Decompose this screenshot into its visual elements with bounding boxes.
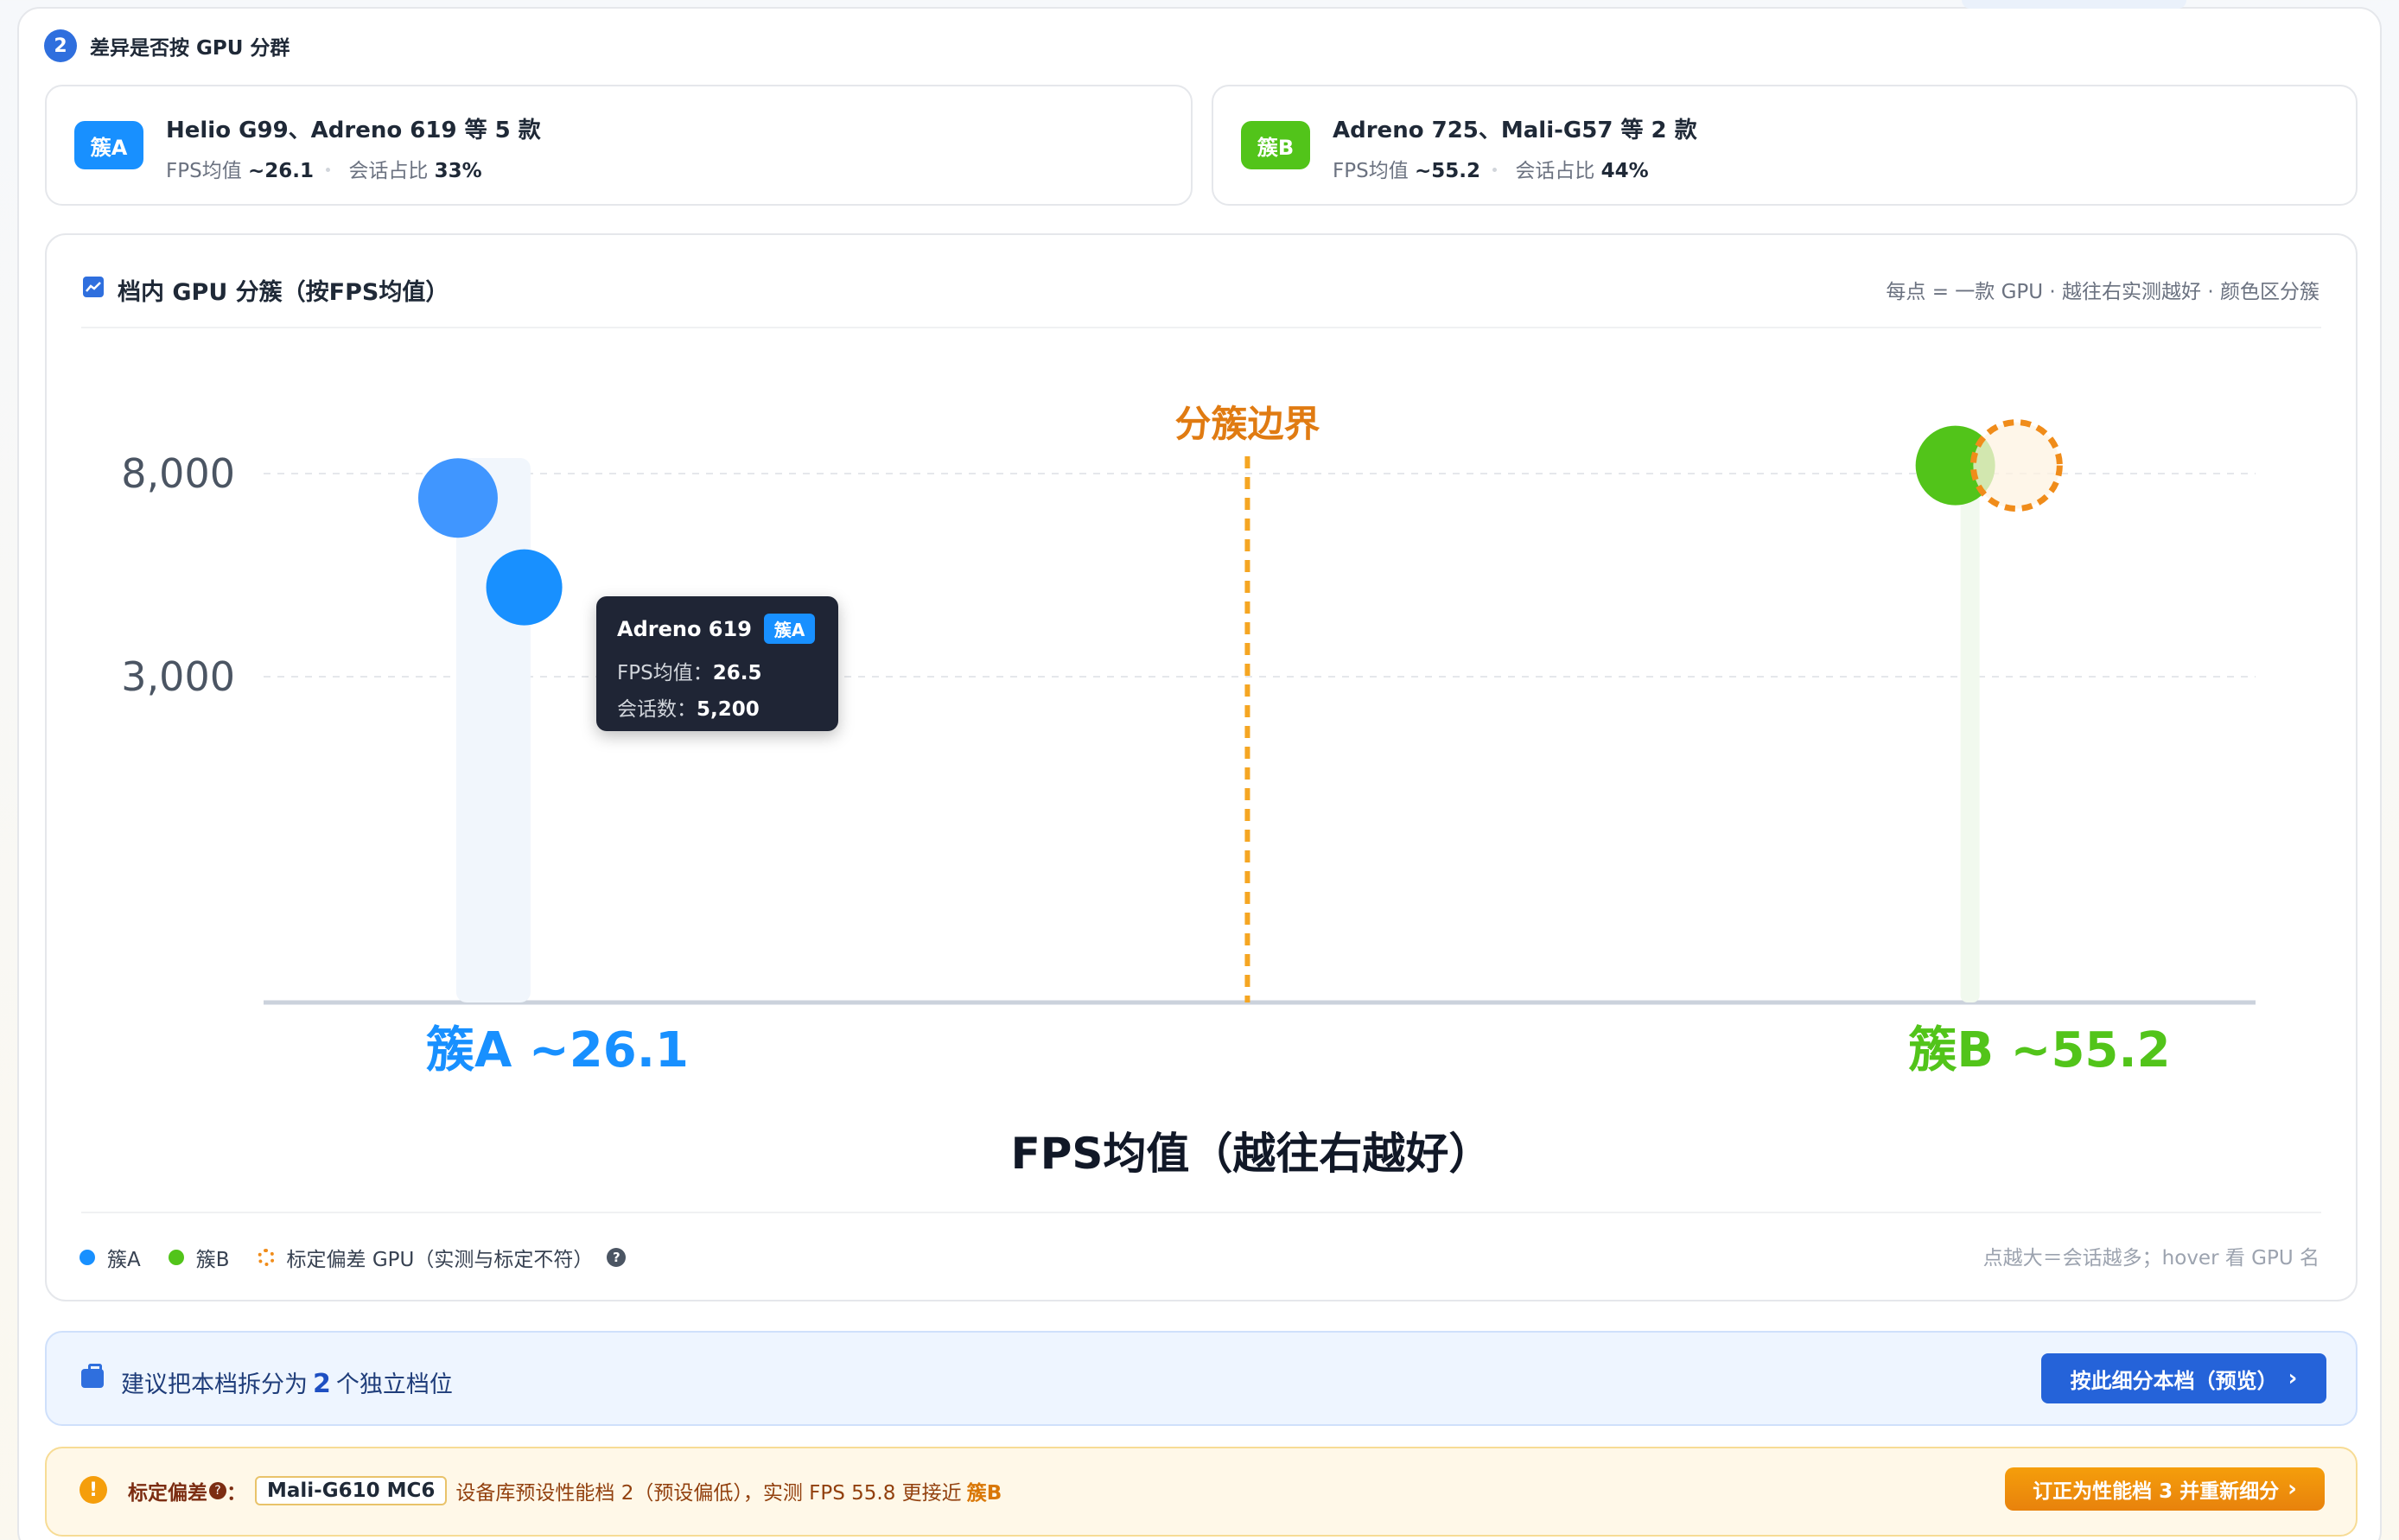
suggestion-text: 建议把本档拆分为 2 个独立档位	[121, 1365, 453, 1399]
y-tick-label: 3,000	[121, 653, 235, 700]
gpu-chip: Mali-G610 MC6	[255, 1476, 448, 1505]
y-tick-label: 8,000	[121, 450, 235, 497]
data-point	[486, 549, 563, 626]
suggestion-prefix: 建议把本档拆分为	[121, 1371, 308, 1398]
suggestion-suffix: 个独立档位	[335, 1371, 453, 1398]
tooltip-sessions-value: 5,200	[697, 698, 760, 721]
chart-legend: 簇A 簇B 标定偏差 GPU（实测与标定不符） ?	[80, 1243, 627, 1272]
data-point-deviation	[1969, 419, 2063, 512]
legend-label-a[interactable]: 簇A	[107, 1243, 141, 1272]
warning-help-icon[interactable]: ?	[209, 1482, 226, 1499]
tooltip-sessions-label: 会话数：	[617, 698, 697, 721]
divider	[81, 1212, 2321, 1213]
cluster-a-band	[455, 458, 531, 1002]
suggestion-count: 2	[313, 1369, 331, 1399]
tooltip-fps-label: FPS均值：	[617, 662, 713, 684]
recalibrate-button[interactable]: 订正为性能档 3 并重新细分 ›	[2005, 1467, 2325, 1511]
chevron-right-icon: ›	[2288, 1365, 2298, 1391]
recalibrate-button-label: 订正为性能档 3 并重新细分	[2033, 1480, 2280, 1503]
gpu-tooltip: Adreno 619 簇A FPS均值：26.5 会话数：5,200	[596, 596, 838, 731]
cluster-x-label: 簇B ~55.2	[1908, 1022, 2170, 1079]
split-tier-button[interactable]: 按此细分本档（预览） ›	[2041, 1353, 2326, 1403]
gpu-scatter-chart: 8,000 3,000 分簇边界 簇A ~26.1 簇B ~55.2 FPS均值（越往…	[121, 403, 2256, 1179]
suggestion-bar: 建议把本档拆分为 2 个独立档位 按此细分本档（预览） ›	[45, 1331, 2358, 1426]
help-icon[interactable]: ?	[607, 1248, 627, 1267]
calibration-warning: ! 标定偏差 ? ： Mali-G610 MC6 设备库预设性能档 2（预设偏低…	[45, 1447, 2358, 1537]
split-tier-button-label: 按此细分本档（预览）	[2070, 1368, 2278, 1393]
cluster-x-label: 簇A ~26.1	[426, 1022, 689, 1079]
data-point	[417, 458, 498, 538]
warning-detail: 设备库预设性能档 2（预设偏低），实测 FPS 55.8 更接近	[455, 1482, 962, 1505]
legend-label-deviation[interactable]: 标定偏差 GPU（实测与标定不符）	[287, 1243, 594, 1272]
tooltip-cluster-tag: 簇A	[763, 614, 816, 644]
legend-dot-b	[168, 1250, 184, 1265]
tooltip-gpu-name: Adreno 619	[617, 616, 752, 641]
warning-label: 标定偏差	[128, 1482, 207, 1505]
chevron-right-icon: ›	[2288, 1476, 2297, 1502]
tooltip-fps-value: 26.5	[712, 662, 762, 684]
legend-label-b[interactable]: 簇B	[196, 1243, 230, 1272]
warning-target-cluster: 簇B	[966, 1482, 1002, 1505]
warning-icon: !	[80, 1476, 107, 1504]
legend-hint: 点越大＝会话越多；hover 看 GPU 名	[1982, 1247, 2319, 1270]
legend-ring-deviation	[257, 1249, 275, 1266]
warning-colon: ：	[226, 1482, 246, 1505]
cluster-boundary-label: 分簇边界	[1174, 403, 1320, 445]
legend-dot-a	[80, 1250, 95, 1265]
x-axis-label: FPS均值（越往右越好）	[1011, 1129, 1492, 1179]
briefcase-icon	[81, 1364, 104, 1388]
cluster-b-band	[1960, 484, 1980, 1002]
warning-text: 标定偏差 ? ： Mali-G610 MC6 设备库预设性能档 2（预设偏低），…	[128, 1476, 1002, 1505]
